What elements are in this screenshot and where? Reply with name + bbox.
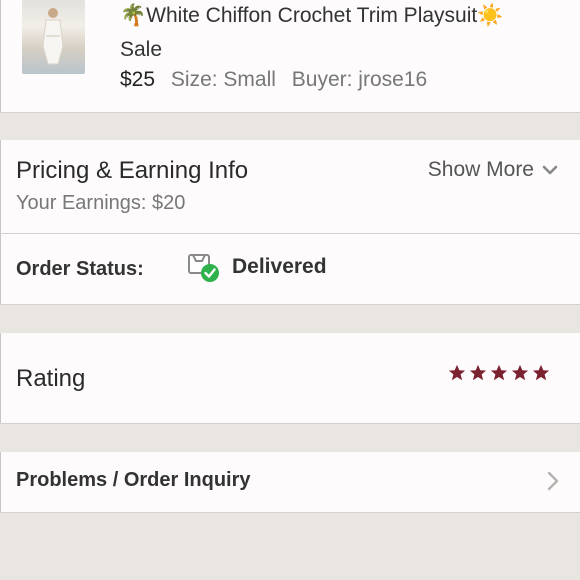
divider (0, 304, 580, 305)
star-icon (490, 364, 508, 381)
problems-inquiry-row[interactable]: Problems / Order Inquiry (0, 452, 580, 512)
item-title[interactable]: 🌴White Chiffon Crochet Trim Playsuit☀️ (120, 4, 503, 28)
item-size: Size: Small (170, 68, 276, 91)
item-meta: $25 Size: Small Buyer: jrose16 (120, 68, 427, 92)
show-more-button[interactable]: Show More (428, 158, 558, 182)
palm-tree-icon: 🌴 (120, 4, 147, 27)
item-price: $25 (120, 68, 156, 91)
chevron-right-icon (547, 471, 559, 491)
item-summary-card[interactable]: 🌴White Chiffon Crochet Trim Playsuit☀️ S… (0, 0, 580, 112)
order-status-label: Order Status: (16, 258, 144, 280)
model-silhouette-icon (42, 8, 64, 65)
order-status-section: Order Status: Delivered (0, 234, 580, 304)
item-title-text: White Chiffon Crochet Trim Playsuit (146, 4, 478, 27)
pricing-heading: Pricing & Earning Info (16, 157, 249, 184)
divider (0, 112, 580, 113)
sale-status: Sale (120, 38, 163, 61)
pricing-section: Pricing & Earning Info Your Earnings: $2… (0, 140, 580, 233)
star-icon (532, 364, 550, 381)
chevron-down-icon (542, 165, 558, 175)
star-icon (448, 364, 466, 381)
rating-label: Rating (16, 365, 86, 392)
star-icon (469, 364, 487, 381)
divider (0, 423, 580, 424)
sun-icon: ☀️ (477, 4, 504, 27)
order-status-value: Delivered (232, 255, 327, 278)
delivered-box-icon (188, 254, 219, 282)
star-icon (511, 364, 529, 381)
star-rating (448, 364, 550, 382)
item-buyer: Buyer: jrose16 (291, 68, 428, 91)
problems-label: Problems / Order Inquiry (16, 469, 251, 491)
item-thumbnail[interactable] (22, 0, 85, 74)
divider (0, 512, 580, 513)
earnings-text: Your Earnings: $20 (16, 192, 186, 214)
show-more-label: Show More (427, 158, 534, 181)
